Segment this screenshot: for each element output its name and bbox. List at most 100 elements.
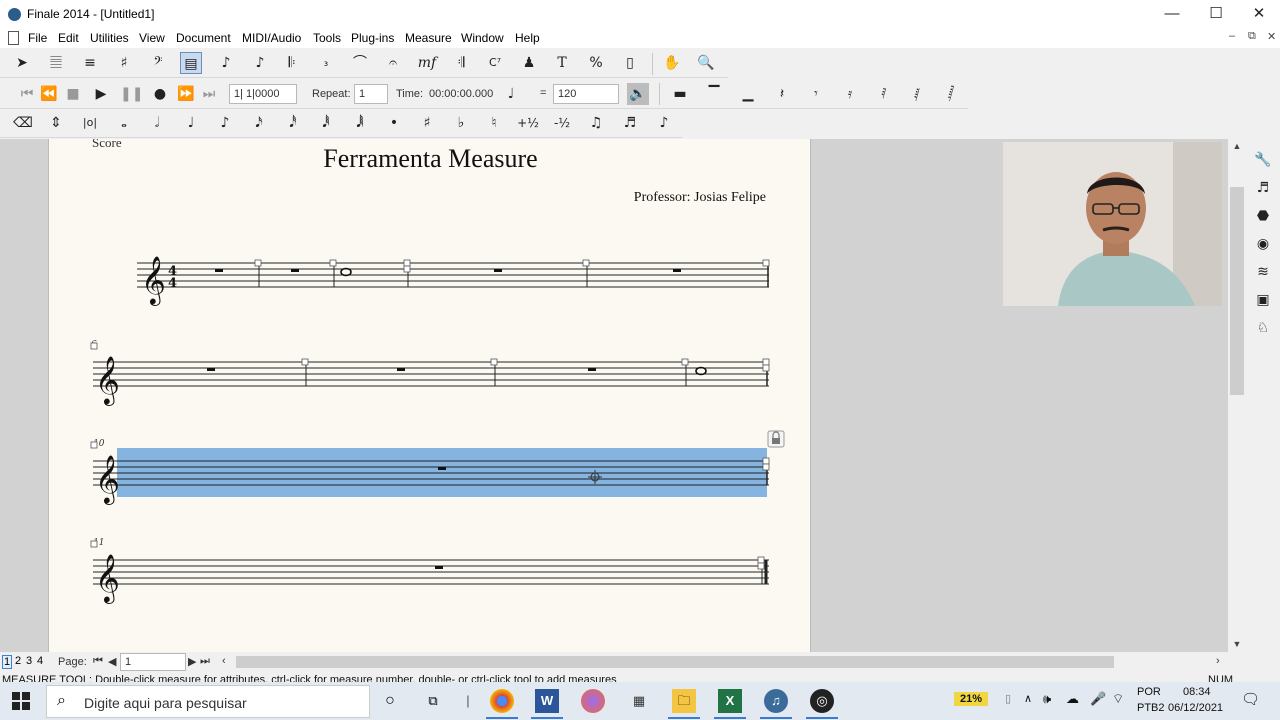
measure-handles[interactable] <box>254 259 770 273</box>
zoom-tool-icon[interactable]: 🔍 <box>695 52 717 74</box>
clef-tool-icon[interactable]: 𝄢 <box>147 52 169 74</box>
last-page-icon[interactable]: ⏭ <box>200 655 210 668</box>
minimize-button[interactable]: — <box>1150 0 1194 28</box>
half-step-up-icon[interactable]: +½ <box>517 112 539 134</box>
first-page-icon[interactable]: ⏮ <box>93 655 103 668</box>
calculator-icon[interactable]: ▦ <box>627 689 651 713</box>
rest-eighth-icon[interactable]: 𝄾 <box>805 83 827 105</box>
whole-note-icon[interactable]: 𝅝 <box>113 112 135 134</box>
menu-window[interactable]: Window <box>461 31 504 45</box>
special-tools-icon[interactable]: ♬ <box>1253 178 1273 198</box>
rest-64th-icon[interactable]: 𝅁 <box>906 83 928 105</box>
expression-tool-icon[interactable]: mf <box>416 52 438 74</box>
task-view-icon[interactable]: ⧉ <box>421 689 445 713</box>
rest-32nd-icon[interactable]: 𝅀 <box>873 83 895 105</box>
fast-forward-icon[interactable]: ⏩ <box>175 83 197 105</box>
page-number-field[interactable]: 1 <box>120 653 186 671</box>
sixteenth-note-icon[interactable]: 𝅘𝅥𝅯 <box>248 112 270 134</box>
mdi-restore-button[interactable]: ⧉ <box>1248 30 1256 43</box>
measure-handles[interactable] <box>90 540 765 570</box>
previous-page-icon[interactable]: ◀ <box>108 655 116 668</box>
mirror-tool-icon[interactable]: ◉ <box>1253 234 1273 254</box>
repeat-select[interactable]: 1 <box>354 84 388 104</box>
tray-device-icon[interactable]: ▯ <box>1005 692 1011 705</box>
layer-3-button[interactable]: 3 <box>24 655 34 669</box>
key-signature-tool-icon[interactable]: ♪ <box>249 52 271 74</box>
record-icon[interactable]: ● <box>149 83 171 105</box>
rewind-icon[interactable]: ⏪ <box>38 83 60 105</box>
horizontal-scrollbar-thumb[interactable] <box>236 656 1114 668</box>
tie-icon[interactable]: ♫ <box>585 112 607 134</box>
graphics-tool-icon[interactable]: ▣ <box>1253 290 1273 310</box>
position-counter-field[interactable]: 1| 1|0000 <box>229 84 297 104</box>
selection-tool-icon[interactable]: ➤ <box>11 52 33 74</box>
scroll-right-icon[interactable]: › <box>1216 655 1220 667</box>
text-tool-icon[interactable]: T <box>551 52 573 74</box>
layer-2-button[interactable]: 2 <box>13 655 23 669</box>
rewind-start-icon[interactable]: ⏮ <box>16 83 38 105</box>
flat-icon[interactable]: ♭ <box>450 112 472 134</box>
time-signature-tool-icon[interactable]: 𝄆 <box>281 52 303 74</box>
language-indicator[interactable]: POR <box>1137 686 1161 698</box>
note-tool-icon[interactable]: ♪ <box>215 52 237 74</box>
half-note-icon[interactable]: 𝅗𝅥 <box>146 112 168 134</box>
resize-tool-icon[interactable]: % <box>585 52 607 74</box>
measure-handles[interactable] <box>90 342 770 372</box>
rest-sixteenth-icon[interactable]: 𝄿 <box>839 83 861 105</box>
clock-date[interactable]: 06/12/2021 <box>1168 702 1223 714</box>
lock-icon[interactable] <box>767 430 785 448</box>
chord-tool-icon[interactable]: C⁷ <box>484 52 506 74</box>
music-notation[interactable]: 𝄞 4 4 𝄞 10 𝄞 11 𝄞 <box>49 139 812 652</box>
rest-double-whole-icon[interactable]: ▬ <box>669 83 691 105</box>
show-hidden-icons-icon[interactable]: ∧ <box>1024 692 1032 705</box>
staff-system-4[interactable] <box>93 559 769 585</box>
thirty-second-note-icon[interactable]: 𝅘𝅥𝅰 <box>282 112 304 134</box>
menu-document[interactable]: Document <box>176 31 231 45</box>
word-icon[interactable]: W <box>535 689 559 713</box>
score-page[interactable]: Score Ferramenta Measure Professor: Josi… <box>48 139 811 652</box>
microphone-icon[interactable]: 🎤 <box>1090 691 1106 707</box>
keyboard-layout-indicator[interactable]: PTB2 <box>1137 702 1165 714</box>
menu-midi-audio[interactable]: MIDI/Audio <box>242 31 301 45</box>
transpose-icon[interactable]: ⇕ <box>45 112 67 134</box>
wrench-icon[interactable]: 🔧 <box>1253 150 1273 170</box>
half-step-down-icon[interactable]: -½ <box>551 112 573 134</box>
double-whole-note-icon[interactable]: |o| <box>79 112 101 134</box>
rest-whole-icon[interactable]: ▔ <box>703 83 725 105</box>
staff-tool-icon[interactable]: 𝄚 <box>45 52 67 74</box>
eighth-note-icon[interactable]: ♪ <box>214 112 236 134</box>
lyrics-tool-icon[interactable]: ♟ <box>518 52 540 74</box>
layer-1-button[interactable]: 1 <box>2 655 12 669</box>
score-workspace[interactable]: Score Ferramenta Measure Professor: Josi… <box>0 139 1228 652</box>
articulation-tool-icon[interactable]: 𝄐 <box>382 52 404 74</box>
tuplet-icon[interactable]: ♬ <box>619 112 641 134</box>
document-icon[interactable] <box>8 31 19 45</box>
obs-icon[interactable]: ◎ <box>810 689 834 713</box>
tempo-field[interactable]: 120 <box>553 84 619 104</box>
menu-edit[interactable]: Edit <box>58 31 79 45</box>
maximize-button[interactable]: ☐ <box>1194 0 1238 28</box>
menu-plugins[interactable]: Plug-ins <box>351 31 394 45</box>
chrome-icon[interactable] <box>490 689 514 713</box>
pause-icon[interactable]: ❚❚ <box>120 83 143 105</box>
clock-time[interactable]: 08:34 <box>1183 686 1211 698</box>
rest-128th-icon[interactable]: 𝅂 <box>940 83 962 105</box>
quarter-note-icon[interactable]: ♩ <box>180 112 202 134</box>
tempo-note-icon[interactable]: ♩ <box>500 83 522 105</box>
rest-quarter-icon[interactable]: 𝄽 <box>771 83 793 105</box>
natural-icon[interactable]: ♮ <box>483 112 505 134</box>
menu-view[interactable]: View <box>139 31 165 45</box>
ossia-tool-icon[interactable]: ≋ <box>1253 262 1273 282</box>
file-explorer-icon[interactable]: 🗀 <box>672 689 696 713</box>
close-button[interactable]: ✕ <box>1237 0 1280 28</box>
page-layout-tool-icon[interactable]: ▯ <box>619 52 641 74</box>
next-page-icon[interactable]: ▶ <box>188 655 196 668</box>
mdi-minimize-button[interactable]: – <box>1229 30 1235 42</box>
menu-utilities[interactable]: Utilities <box>90 31 129 45</box>
layer-4-button[interactable]: 4 <box>35 655 45 669</box>
volume-icon[interactable]: 🕪 <box>1043 691 1051 707</box>
scroll-up-icon[interactable]: ▲ <box>1228 141 1246 151</box>
play-icon[interactable]: ▶ <box>90 83 112 105</box>
vertical-scrollbar[interactable]: ▲ ▼ <box>1228 139 1246 652</box>
speedy-entry-tool-icon[interactable]: ♯ <box>113 52 135 74</box>
